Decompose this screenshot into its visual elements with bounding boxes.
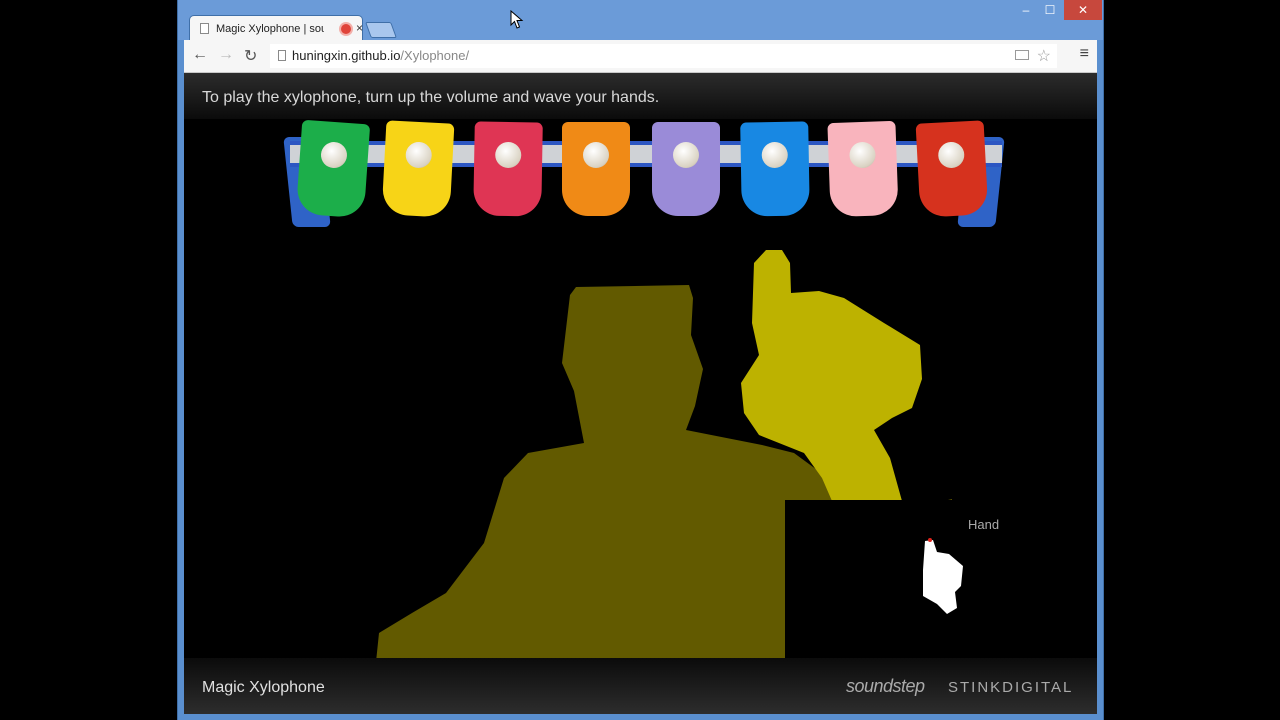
title-bar: Magic Xylophone | sou × ‒ ☐ ✕ (178, 0, 1103, 42)
key-peg (937, 141, 965, 169)
footer-bar: Magic Xylophone soundstep STINKDIGITAL (184, 658, 1097, 714)
forward-arrow-icon[interactable]: → (218, 46, 234, 64)
key-peg (673, 142, 699, 168)
page-viewport: To play the xylophone, turn up the volum… (184, 73, 1097, 714)
hand-shape (923, 538, 963, 614)
url-host: huningxin.github.io (292, 48, 401, 63)
key-peg (320, 141, 348, 169)
page-icon (278, 50, 286, 61)
hand-tracking-point (928, 538, 932, 542)
hand-label: Hand (968, 517, 1000, 532)
tab-title: Magic Xylophone | sou (216, 23, 324, 35)
instruction-bar: To play the xylophone, turn up the volum… (184, 73, 1097, 119)
xylophone-key[interactable] (295, 119, 371, 219)
xylophone-key[interactable] (562, 122, 630, 216)
footer-title: Magic Xylophone (202, 679, 325, 696)
xylophone-key[interactable] (827, 120, 899, 218)
key-peg (849, 141, 876, 169)
url-path: /Xylophone/ (400, 48, 470, 63)
key-peg (761, 141, 788, 169)
hand-blob (923, 540, 963, 614)
xylophone-key[interactable] (915, 120, 989, 218)
maximize-button[interactable]: ☐ (1040, 0, 1060, 20)
soundstep-logo[interactable]: soundstep (846, 676, 925, 697)
key-peg (405, 141, 433, 169)
minimize-button[interactable]: ‒ (1016, 0, 1036, 20)
xylophone-key[interactable] (740, 121, 810, 217)
tab-close-icon[interactable]: × (356, 21, 363, 35)
xylophone-key[interactable] (473, 121, 543, 217)
browser-window: Magic Xylophone | sou × ‒ ☐ ✕ ← → ↻ huni… (177, 0, 1104, 720)
key-peg (583, 142, 609, 168)
reload-icon[interactable]: ↻ (244, 46, 257, 66)
stinkdigital-logo[interactable]: STINKDIGITAL (948, 679, 1073, 696)
cast-icon[interactable] (1015, 50, 1029, 60)
tab-magic-xylophone[interactable]: Magic Xylophone | sou × (190, 16, 363, 42)
instruction-text: To play the xylophone, turn up the volum… (202, 89, 660, 106)
address-bar[interactable]: huningxin.github.io/Xylophone/ ☆ (270, 44, 1057, 68)
bookmark-star-icon[interactable]: ☆ (1037, 46, 1051, 66)
menu-icon[interactable]: ≡ (1080, 45, 1089, 63)
page-favicon-icon (200, 23, 209, 34)
close-window-button[interactable]: ✕ (1064, 0, 1102, 20)
xylophone-key[interactable] (652, 122, 720, 216)
key-peg (495, 141, 522, 169)
xylophone-key[interactable] (381, 120, 455, 218)
back-arrow-icon[interactable]: ← (192, 46, 208, 64)
mouse-cursor-icon (510, 10, 524, 29)
url-text: huningxin.github.io/Xylophone/ (292, 48, 469, 63)
browser-toolbar: ← → ↻ huningxin.github.io/Xylophone/ ☆ ≡ (184, 40, 1097, 73)
hand-depth-panel (785, 500, 978, 661)
new-tab-button[interactable] (365, 22, 397, 38)
recording-indicator-icon (341, 24, 351, 34)
